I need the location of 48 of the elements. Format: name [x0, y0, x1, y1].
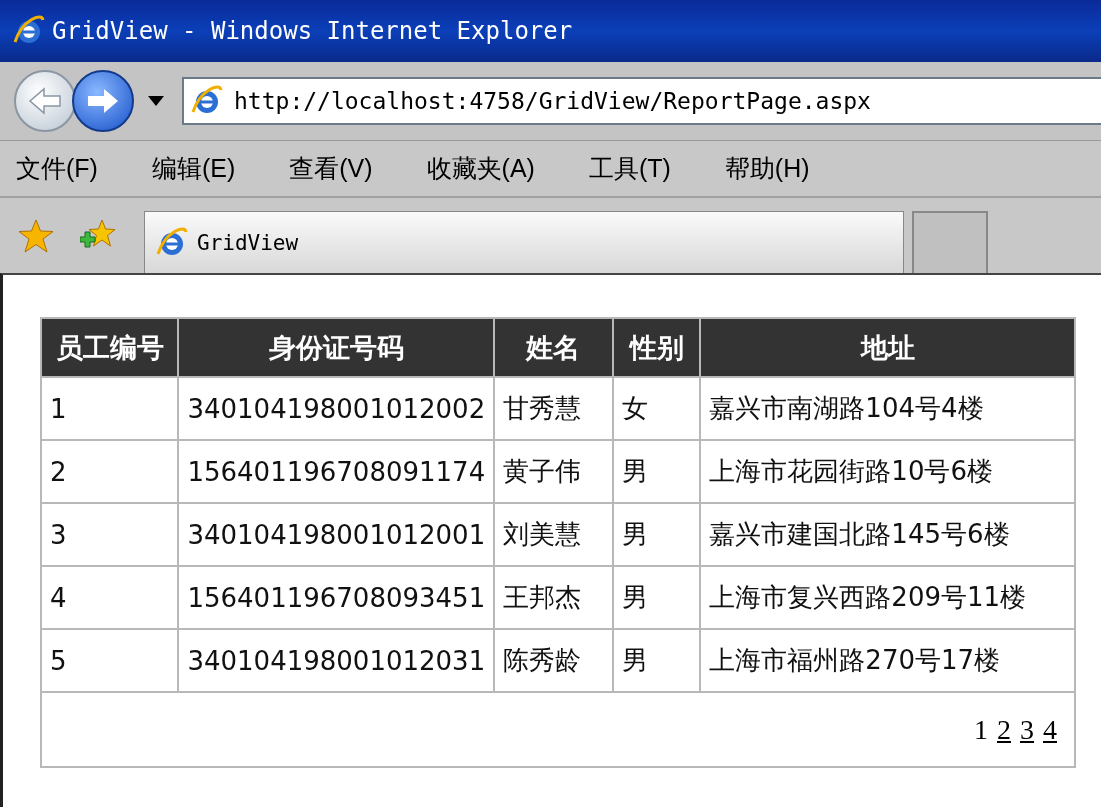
menu-item[interactable]: 工具(T)	[582, 148, 677, 189]
table-cell: 156401196708093451	[178, 566, 495, 629]
table-cell: 女	[612, 377, 701, 440]
window-title: GridView - Windows Internet Explorer	[52, 17, 573, 45]
table-cell: 上海市福州路270号17楼	[700, 629, 1075, 692]
menu-item[interactable]: 查看(V)	[283, 148, 379, 189]
table-cell: 1	[41, 377, 179, 440]
table-cell: 男	[612, 566, 701, 629]
table-cell: 男	[612, 503, 701, 566]
table-cell: 刘美慧	[494, 503, 613, 566]
page-link[interactable]: 3	[1017, 713, 1037, 746]
table-cell: 4	[41, 566, 179, 629]
current-page-number[interactable]: 1	[971, 713, 991, 746]
column-header: 姓名	[494, 318, 613, 377]
new-tab-button[interactable]	[912, 211, 988, 273]
table-cell: 男	[612, 629, 701, 692]
table-cell: 上海市复兴西路209号11楼	[700, 566, 1075, 629]
table-cell: 王邦杰	[494, 566, 613, 629]
menu-item[interactable]: 收藏夹(A)	[420, 148, 541, 189]
table-cell: 2	[41, 440, 179, 503]
table-cell: 黄子伟	[494, 440, 613, 503]
url-text: http://localhost:4758/GridView/ReportPage.aspx	[234, 88, 871, 114]
menu-item[interactable]: 文件(F)	[10, 148, 104, 189]
page-link[interactable]: 4	[1040, 713, 1060, 746]
table-cell: 陈秀龄	[494, 629, 613, 692]
table-cell: 340104198001012031	[178, 629, 495, 692]
page-link[interactable]: 2	[994, 713, 1014, 746]
address-field[interactable]: http://localhost:4758/GridView/ReportPage.aspx	[182, 77, 1101, 125]
back-arrow-icon	[28, 86, 62, 116]
column-header: 地址	[700, 318, 1075, 377]
table-cell: 5	[41, 629, 179, 692]
forward-arrow-icon	[86, 86, 120, 116]
column-header: 身份证号码	[178, 318, 495, 377]
table-cell: 上海市花园街路10号6楼	[700, 440, 1075, 503]
table-cell: 340104198001012002	[178, 377, 495, 440]
table-cell: 3	[41, 503, 179, 566]
table-cell: 340104198001012001	[178, 503, 495, 566]
table-cell: 甘秀慧	[494, 377, 613, 440]
favorites-star-icon[interactable]	[18, 218, 54, 253]
table-cell: 男	[612, 440, 701, 503]
table-cell: 嘉兴市南湖路104号4楼	[700, 377, 1075, 440]
menu-item[interactable]: 帮助(H)	[718, 148, 816, 189]
menu-item[interactable]: 编辑(E)	[145, 148, 242, 189]
browser-tab[interactable]: GridView	[144, 211, 904, 273]
column-header: 员工编号	[41, 318, 179, 377]
column-header: 性别	[612, 318, 701, 377]
table-cell: 156401196708091174	[178, 440, 495, 503]
table-cell: 嘉兴市建国北路145号6楼	[700, 503, 1075, 566]
